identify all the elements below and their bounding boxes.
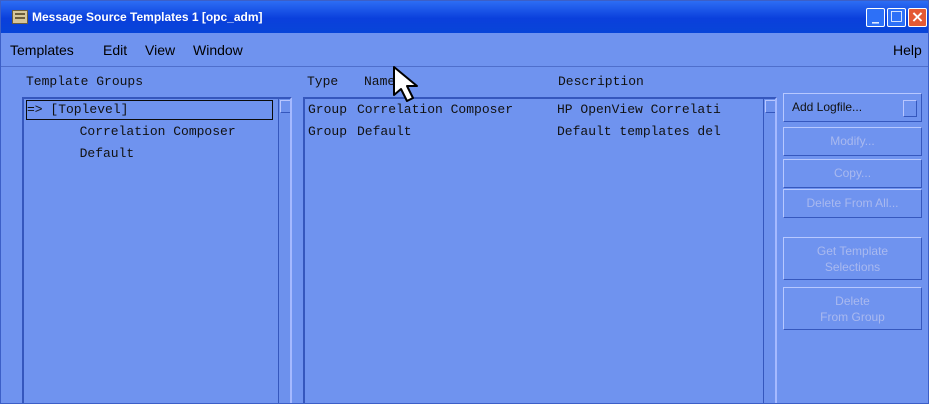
template-groups-label: Template Groups (26, 74, 144, 89)
window-menu[interactable]: Window (193, 42, 243, 58)
app-icon (12, 10, 28, 24)
delete-from-all-button[interactable]: Delete From All... (783, 189, 922, 218)
copy-button[interactable]: Copy... (783, 159, 922, 188)
message-source-templates-window: Message Source Templates 1 [opc_adm] _ □… (0, 0, 929, 404)
edit-menu[interactable]: Edit (103, 42, 127, 58)
add-logfile-button[interactable]: Add Logfile... (783, 93, 922, 122)
help-menu[interactable]: Help (893, 42, 922, 58)
delete-from-group-button[interactable]: Delete From Group (783, 287, 922, 330)
default-group[interactable]: Default (64, 146, 135, 161)
row-description[interactable]: Default templates del (557, 124, 721, 139)
row-type[interactable]: Group (308, 102, 347, 117)
left-list-scrollbar[interactable] (278, 99, 290, 403)
menu-bar: Templates Edit View Window Help (1, 38, 928, 67)
templates-menu[interactable]: Templates (10, 42, 74, 58)
row-name[interactable]: Correlation Composer (357, 102, 513, 117)
correlation-composer-group[interactable]: Correlation Composer (64, 124, 236, 139)
maximize-button[interactable]: □ (887, 8, 906, 27)
view-menu[interactable]: View (145, 42, 175, 58)
template-groups-list[interactable]: => [Toplevel] Correlation Composer Defau… (22, 97, 292, 403)
type-column-header: Type (307, 74, 339, 89)
modify-button[interactable]: Modify... (783, 127, 922, 156)
minimize-button[interactable]: _ (866, 8, 885, 27)
scroll-thumb-icon[interactable] (280, 100, 290, 113)
close-button[interactable]: × (908, 8, 927, 27)
dropdown-icon (903, 100, 917, 117)
toplevel-group[interactable]: => [Toplevel] (27, 102, 128, 117)
row-description[interactable]: HP OpenView Correlati (557, 102, 721, 117)
description-column-header: Description (558, 74, 644, 89)
right-table-scrollbar[interactable] (763, 99, 775, 403)
row-type[interactable]: Group (308, 124, 347, 139)
row-name[interactable]: Default (357, 124, 412, 139)
name-column-header: Name (364, 74, 396, 89)
templates-table[interactable]: Group Correlation Composer HP OpenView C… (303, 97, 777, 403)
get-template-selections-button[interactable]: Get Template Selections (783, 237, 922, 280)
window-title: Message Source Templates 1 [opc_adm] (32, 10, 263, 24)
scroll-thumb-icon[interactable] (765, 100, 775, 113)
window-titlebar[interactable]: Message Source Templates 1 [opc_adm] _ □… (1, 1, 928, 33)
mouse-pointer-icon (393, 66, 418, 102)
